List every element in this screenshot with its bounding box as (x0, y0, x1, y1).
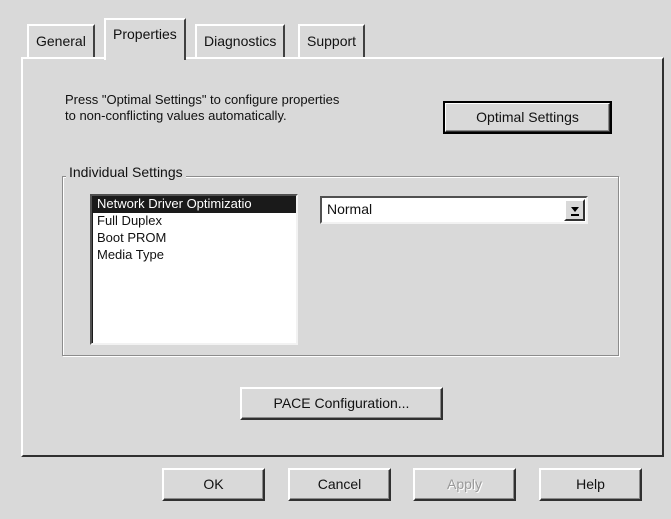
optimal-settings-description: Press "Optimal Settings" to configure pr… (65, 92, 435, 124)
tab-support[interactable]: Support (298, 24, 366, 58)
settings-listbox[interactable]: Network Driver Optimizatio Full Duplex B… (90, 194, 298, 345)
tab-properties[interactable]: Properties (104, 18, 186, 60)
individual-settings-label: Individual Settings (66, 164, 186, 180)
optimal-settings-button[interactable]: Optimal Settings (443, 101, 612, 134)
setting-value-select[interactable]: Normal (320, 196, 588, 224)
list-item-full-duplex[interactable]: Full Duplex (92, 213, 296, 230)
description-line-2: to non-conflicting values automatically. (65, 108, 287, 123)
properties-dialog: General Properties Diagnostics Support P… (0, 0, 671, 519)
dropdown-arrow-icon (571, 207, 579, 216)
description-line-1: Press "Optimal Settings" to configure pr… (65, 92, 340, 107)
ok-button[interactable]: OK (162, 468, 265, 501)
tab-diagnostics[interactable]: Diagnostics (195, 24, 286, 58)
help-button[interactable]: Help (539, 468, 642, 501)
cancel-button[interactable]: Cancel (288, 468, 391, 501)
setting-value-text: Normal (327, 201, 373, 217)
list-item-boot-prom[interactable]: Boot PROM (92, 230, 296, 247)
dropdown-button[interactable] (564, 199, 585, 221)
pace-configuration-button[interactable]: PACE Configuration... (240, 387, 443, 420)
list-item-media-type[interactable]: Media Type (92, 247, 296, 264)
list-item-network-driver-optimization[interactable]: Network Driver Optimizatio (92, 196, 296, 213)
tab-general[interactable]: General (27, 24, 95, 58)
apply-button[interactable]: Apply (413, 468, 516, 501)
